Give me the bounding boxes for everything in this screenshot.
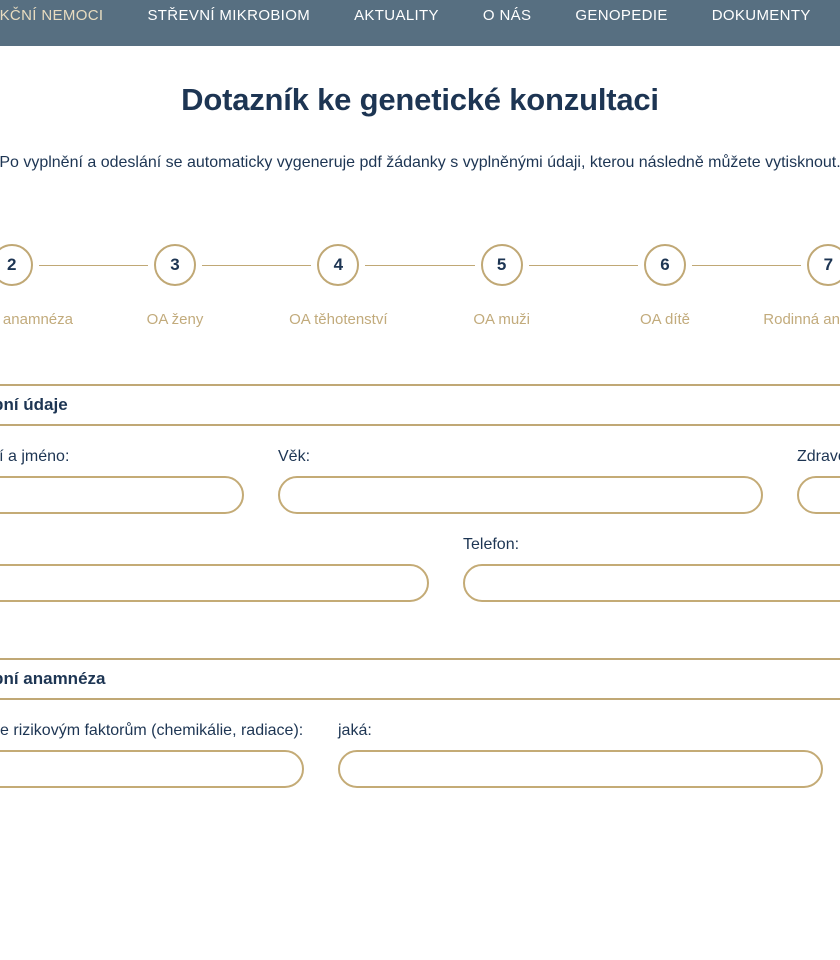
step-4-label: OA těhotenství [289, 311, 388, 328]
field-telefon: Telefon: [463, 536, 840, 602]
nav-item-strevni-mikrobiom[interactable]: STŘEVNÍ MIKROBIOM [125, 0, 332, 46]
section-osobni-anamneza: Osobní anamnéza Expozice rizikovým fakto… [0, 658, 840, 828]
field-email: E-mail: [0, 536, 429, 602]
expozice-input[interactable] [0, 750, 304, 788]
zdravotni-pojistovna-input[interactable] [797, 476, 840, 514]
step-5-label: OA muži [473, 311, 530, 328]
nav-item-o-nas[interactable]: O NÁS [461, 0, 553, 46]
step-7-number: 7 [807, 244, 840, 286]
step-5-number: 5 [480, 244, 523, 286]
step-4-number: 4 [317, 244, 360, 286]
field-expozice-label: Expozice rizikovým faktorům (chemikálie,… [0, 722, 304, 739]
section-osobni-anamneza-heading: Osobní anamnéza [0, 669, 106, 688]
bottom-spacer [0, 788, 840, 828]
field-jaka-label: jaká: [338, 722, 372, 739]
field-zdravotni-pojistovna-label: Zdravotní pojišťovna: [797, 448, 840, 465]
section-osobni-udaje-heading: Osobní údaje [0, 395, 68, 414]
step-2-number: 2 [0, 244, 33, 286]
field-prijmeni-jmeno-label: Příjmení a jméno: [0, 448, 70, 465]
section-osobni-udaje: Osobní údaje Příjmení a jméno: Věk: Zdra… [0, 384, 840, 602]
nav-item-aktuality[interactable]: AKTUALITY [332, 0, 461, 46]
section-divider-bottom [0, 424, 840, 426]
email-input[interactable] [0, 564, 429, 602]
step-3-label: OA ženy [146, 311, 204, 328]
nav-item-infekcni-nemoci[interactable]: INFEKČNÍ NEMOCI [0, 0, 125, 46]
field-telefon-label: Telefon: [463, 536, 520, 553]
field-vek-label: Věk: [278, 448, 311, 465]
page-content: Dotazník ke genetické konzultaci Po vypl… [0, 46, 840, 960]
step-7[interactable]: 7 Rodinná anamnéza [717, 244, 840, 328]
field-vek: Věk: [278, 448, 763, 514]
field-row-identity: Příjmení a jméno: Věk: Zdravotní pojišťo… [0, 448, 840, 514]
field-prijmeni-jmeno: Příjmení a jméno: [0, 448, 244, 514]
step-7-label: Rodinná anamnéza [763, 311, 840, 328]
step-6-number: 6 [643, 244, 686, 286]
step-3-number: 3 [154, 244, 196, 286]
step-4[interactable]: 4 OA těhotenství [227, 244, 450, 328]
jaka-input[interactable] [338, 750, 823, 788]
nav-item-genopedie[interactable]: GENOPEDIE [553, 0, 689, 46]
field-email-label: E-mail: [0, 536, 429, 554]
section2-divider-bottom [0, 698, 840, 700]
field-jaka: jaká: [338, 722, 823, 788]
step-5[interactable]: 5 OA muži [390, 244, 614, 328]
page-title: Dotazník ke genetické konzultaci [181, 82, 659, 117]
top-navigation-bar: INFEKČNÍ NEMOCI STŘEVNÍ MIKROBIOM AKTUAL… [0, 0, 840, 46]
vek-input[interactable] [278, 476, 763, 514]
field-row-expozice: Expozice rizikovým faktorům (chemikálie,… [0, 722, 840, 788]
step-6[interactable]: 6 OA dítě [553, 244, 777, 328]
form-step-indicator: 2 Osobní anamnéza 3 OA ženy 4 OA těhoten… [0, 244, 840, 328]
field-zdravotni-pojistovna: Zdravotní pojišťovna: [797, 448, 840, 514]
field-row-contact: E-mail: Telefon: [0, 536, 840, 602]
step-6-label: OA dítě [639, 311, 691, 328]
step-2-label: Osobní anamnéza [0, 311, 73, 328]
step-2[interactable]: 2 Osobní anamnéza [0, 244, 124, 328]
step-3[interactable]: 3 OA ženy [63, 244, 287, 328]
prijmeni-jmeno-input[interactable] [0, 476, 244, 514]
nav-item-dokumenty[interactable]: DOKUMENTY [690, 0, 833, 46]
field-expozice: Expozice rizikovým faktorům (chemikálie,… [0, 722, 304, 788]
scroll-canvas: Dotazník ke genetické konzultaci Po vypl… [0, 46, 840, 828]
telefon-input[interactable] [463, 564, 840, 602]
page-subtitle: Po vyplnění a odeslání se automaticky vy… [0, 154, 840, 171]
